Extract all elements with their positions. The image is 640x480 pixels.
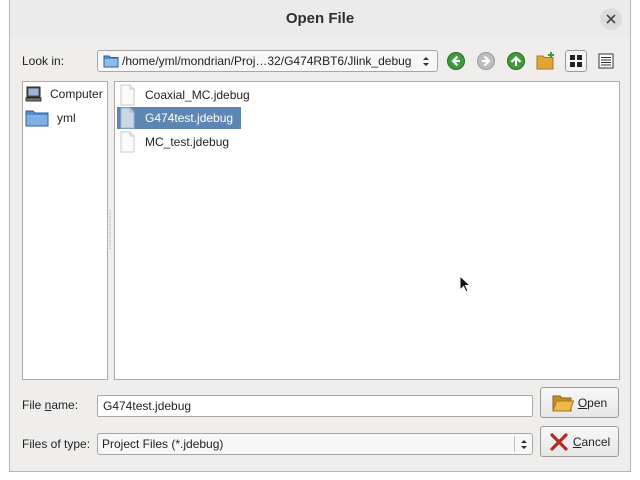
list-item[interactable]: MC_test.jdebug	[117, 131, 237, 153]
sidebar-item-label: yml	[57, 111, 76, 125]
file-type-label: Files of type:	[22, 437, 91, 451]
back-button[interactable]	[445, 50, 467, 72]
forward-icon	[477, 52, 495, 70]
new-folder-icon	[536, 52, 554, 70]
combo-separator	[514, 436, 515, 452]
file-list: Coaxial_MC.jdebug G474test.jdebug MC_tes…	[114, 81, 620, 380]
file-name-value: G474test.jdebug	[103, 399, 192, 413]
file-icon	[120, 131, 135, 153]
close-icon	[606, 14, 616, 24]
detail-view-icon	[598, 53, 614, 69]
list-view-icon	[570, 55, 582, 67]
file-name: G474test.jdebug	[145, 111, 234, 125]
list-item-selected[interactable]: G474test.jdebug	[117, 107, 242, 129]
forward-button[interactable]	[475, 50, 497, 72]
cancel-icon	[550, 432, 568, 451]
sidebar-item-label: Computer	[50, 87, 103, 101]
look-in-label: Look in:	[22, 54, 65, 68]
file-icon	[120, 107, 135, 129]
open-button-label: pen	[587, 395, 608, 410]
pane-splitter-handle[interactable]	[109, 210, 112, 250]
look-in-path: /home/yml/mondrian/Proj…32/G474RBT6/Jlin…	[122, 54, 412, 68]
file-type-combo[interactable]: Project Files (*.jdebug)	[97, 433, 533, 455]
back-icon	[447, 52, 465, 70]
combo-arrows-icon	[521, 440, 527, 449]
file-name-label-post: ame:	[51, 398, 79, 412]
file-name: MC_test.jdebug	[145, 135, 230, 149]
sidebar-item-yml[interactable]: yml	[25, 108, 76, 128]
close-button[interactable]	[600, 8, 622, 30]
list-view-toggle[interactable]	[565, 50, 587, 72]
folder-icon	[25, 110, 49, 127]
detail-view-toggle[interactable]	[595, 50, 617, 72]
title-bar: Open File	[10, 0, 630, 38]
grip-icon	[109, 210, 111, 250]
file-icon	[120, 84, 135, 106]
file-name-label: File name:	[22, 398, 78, 412]
mouse-pointer-icon	[459, 275, 472, 293]
file-name: Coaxial_MC.jdebug	[145, 88, 250, 102]
open-button-mnemonic: O	[577, 395, 588, 410]
dialog-title: Open File	[285, 10, 355, 27]
file-name-input[interactable]: G474test.jdebug	[97, 395, 533, 417]
sidebar-item-computer[interactable]: Computer	[25, 84, 103, 104]
open-folder-icon	[552, 395, 574, 411]
open-file-dialog: Open File Look in: /home/yml/mondrian/Pr…	[9, 0, 631, 472]
list-item[interactable]: Coaxial_MC.jdebug	[117, 84, 258, 106]
up-button[interactable]	[505, 50, 527, 72]
open-button[interactable]: Open	[540, 387, 619, 418]
file-type-value: Project Files (*.jdebug)	[102, 437, 224, 451]
file-name-label-pre: File	[22, 398, 45, 412]
combo-arrows-icon	[423, 57, 429, 66]
folder-icon	[103, 55, 119, 68]
computer-icon	[25, 86, 42, 102]
cancel-button[interactable]: Cancel	[540, 426, 619, 457]
new-folder-button[interactable]	[535, 50, 557, 72]
up-icon	[507, 52, 525, 70]
look-in-combo[interactable]: /home/yml/mondrian/Proj…32/G474RBT6/Jlin…	[97, 50, 438, 72]
cancel-button-label: ancel	[581, 434, 611, 449]
places-sidebar: Computer yml	[22, 81, 108, 380]
